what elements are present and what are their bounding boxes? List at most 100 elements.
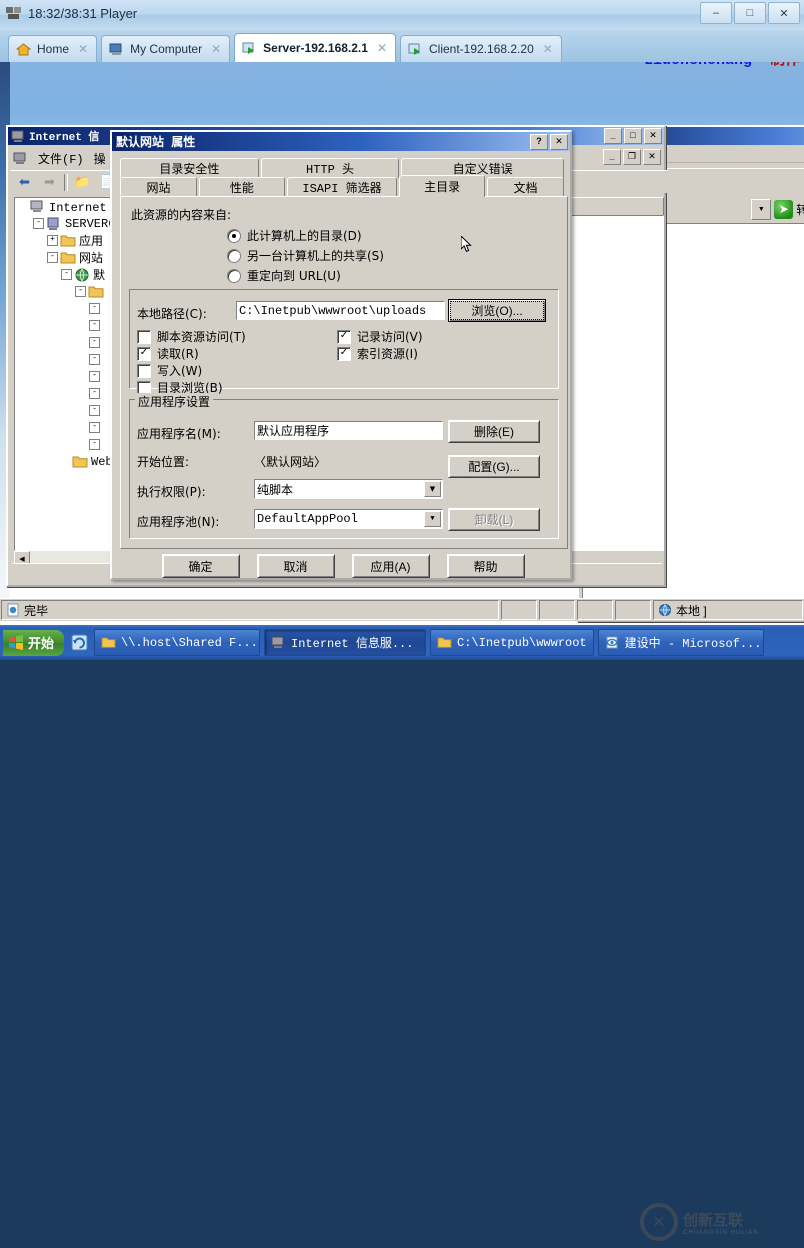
chevron-down-icon[interactable]: ▼: [424, 481, 441, 497]
folder-icon: [437, 636, 452, 649]
iis-child-restore-button[interactable]: ❐: [623, 149, 641, 165]
app-pool-combo[interactable]: DefaultAppPool ▼: [254, 509, 443, 529]
collapse-icon[interactable]: -: [47, 252, 58, 263]
tab-http-headers[interactable]: HTTP 头: [260, 158, 400, 178]
radio-indicator: [227, 228, 241, 243]
ok-button[interactable]: 确定: [161, 554, 240, 578]
checkbox-index-resource[interactable]: ✓ 索引资源(I): [337, 345, 418, 362]
unload-button[interactable]: 卸载(L): [448, 508, 540, 531]
back-icon[interactable]: ⬅: [14, 172, 35, 192]
close-icon[interactable]: ✕: [78, 42, 88, 56]
taskbar-button-iis[interactable]: Internet 信息服...: [264, 629, 427, 656]
close-icon[interactable]: ✕: [543, 42, 553, 56]
collapse-icon[interactable]: -: [61, 269, 72, 280]
collapse-icon[interactable]: -: [33, 218, 44, 229]
collapse-icon[interactable]: -: [89, 337, 100, 348]
iis-maximize-button[interactable]: □: [624, 128, 642, 144]
tree-item-label: 网站: [79, 252, 104, 266]
dialog-help-button[interactable]: ?: [530, 133, 548, 150]
windows-taskbar: 开始 \\.host\Shared F... Internet 信息服... C…: [0, 625, 804, 660]
status-text: 完毕: [24, 603, 49, 618]
taskbar-button-ie[interactable]: 建设中 - Microsof...: [597, 629, 764, 656]
tab-directory-security[interactable]: 目录安全性: [120, 158, 259, 178]
folder-icon: [60, 234, 76, 248]
start-button[interactable]: 开始: [3, 629, 65, 656]
help-button[interactable]: 帮助: [446, 554, 525, 578]
vmware-tab-my-computer[interactable]: My Computer ✕: [101, 35, 231, 62]
collapse-icon[interactable]: -: [75, 286, 86, 297]
security-zone-pane[interactable]: 本地 ]: [653, 600, 803, 620]
local-path-input[interactable]: C:\Inetpub\wwwroot\uploads: [236, 301, 445, 320]
folder-icon: [88, 285, 104, 299]
collapse-icon[interactable]: -: [89, 439, 100, 450]
exec-permission-combo[interactable]: 纯脚本 ▼: [254, 479, 443, 499]
collapse-icon[interactable]: -: [89, 371, 100, 382]
checkbox-indicator: ✓: [137, 346, 151, 361]
address-dropdown-button[interactable]: ▼: [751, 198, 772, 220]
vmware-close-button[interactable]: ✕: [768, 2, 800, 24]
iis-child-window-buttons: _ ❐ ✕: [601, 149, 661, 165]
menu-action[interactable]: 操: [94, 150, 106, 167]
tab-home-directory[interactable]: 主目录: [399, 175, 485, 197]
browse-button[interactable]: 浏览(O)...: [448, 299, 546, 322]
collapse-icon[interactable]: -: [89, 320, 100, 331]
checkbox-label: 脚本资源访问(T): [157, 330, 246, 344]
vmware-minimize-button[interactable]: –: [700, 2, 732, 24]
vmware-tab-label: Client-192.168.2.20: [429, 42, 534, 56]
tab-performance[interactable]: 性能: [199, 177, 285, 197]
cancel-button[interactable]: 取消: [256, 554, 335, 578]
radio-indicator: [227, 268, 241, 283]
iis-close-button[interactable]: ✕: [644, 128, 662, 144]
configuration-button[interactable]: 配置(G)...: [448, 455, 540, 478]
vmware-tab-client[interactable]: Client-192.168.2.20 ✕: [400, 35, 562, 62]
collapse-icon[interactable]: -: [89, 388, 100, 399]
collapse-icon[interactable]: -: [89, 422, 100, 433]
vm-play-icon: [408, 43, 423, 56]
close-icon[interactable]: ✕: [377, 41, 387, 55]
radio-label: 重定向到 URL(U): [247, 269, 341, 283]
vmware-restore-button[interactable]: □: [734, 2, 766, 24]
up-folder-icon[interactable]: 📁: [72, 172, 93, 192]
checkbox-script-source-access[interactable]: 脚本资源访问(T): [137, 328, 246, 345]
checkbox-log-visits[interactable]: ✓ 记录访问(V): [337, 328, 423, 345]
site-properties-dialog[interactable]: 默认网站 属性 ? ✕ 目录安全性 HTTP 头 自定义错误 网站 性能 ISA…: [110, 130, 572, 580]
iis-child-close-button[interactable]: ✕: [643, 149, 661, 165]
checkbox-label: 读取(R): [157, 347, 199, 361]
iis-child-minimize-button[interactable]: _: [603, 149, 621, 165]
menu-file[interactable]: 文件(F): [38, 150, 84, 167]
taskbar-button-wwwroot[interactable]: C:\Inetpub\wwwroot: [430, 629, 594, 656]
collapse-icon[interactable]: -: [89, 354, 100, 365]
checkbox-read[interactable]: ✓ 读取(R): [137, 345, 199, 362]
close-icon[interactable]: ✕: [211, 42, 221, 56]
iis-minimize-button[interactable]: _: [604, 128, 622, 144]
apply-button[interactable]: 应用(A): [351, 554, 430, 578]
forward-icon[interactable]: ➡: [39, 172, 60, 192]
checkbox-write[interactable]: 写入(W): [137, 362, 202, 379]
go-button[interactable]: ➤ 转到: [774, 199, 804, 219]
tab-website[interactable]: 网站: [120, 177, 198, 197]
taskbar-button-shared-folder[interactable]: \\.host\Shared F...: [94, 629, 261, 656]
app-name-label: 应用程序名(M):: [137, 427, 221, 441]
vm-play-icon: [242, 42, 257, 55]
vmware-tab-server[interactable]: Server-192.168.2.1 ✕: [234, 33, 396, 62]
radio-local-directory[interactable]: 此计算机上的目录(D): [227, 227, 362, 244]
radio-network-share[interactable]: 另一台计算机上的共享(S): [227, 247, 384, 264]
start-point-value: 〈默认网站〉: [254, 455, 327, 469]
radio-redirect-url[interactable]: 重定向到 URL(U): [227, 267, 341, 284]
start-point-label: 开始位置:: [137, 455, 190, 469]
vmware-tab-home[interactable]: Home ✕: [8, 35, 98, 62]
collapse-icon[interactable]: -: [89, 405, 100, 416]
collapse-icon[interactable]: -: [89, 303, 100, 314]
tab-documents[interactable]: 文档: [486, 177, 565, 197]
tab-isapi-filters[interactable]: ISAPI 筛选器: [286, 177, 398, 197]
exec-permission-label: 执行权限(P):: [137, 485, 206, 499]
show-desktop-icon[interactable]: [68, 631, 90, 655]
remove-button[interactable]: 删除(E): [448, 420, 540, 443]
vmware-tab-label: Home: [37, 42, 70, 56]
expand-icon[interactable]: +: [47, 235, 58, 246]
dialog-close-button[interactable]: ✕: [550, 133, 568, 150]
app-name-input[interactable]: 默认应用程序: [254, 421, 443, 440]
chevron-down-icon[interactable]: ▼: [424, 511, 441, 527]
brand-name: 创新互联: [683, 1210, 744, 1229]
mmc-icon: [13, 152, 28, 165]
